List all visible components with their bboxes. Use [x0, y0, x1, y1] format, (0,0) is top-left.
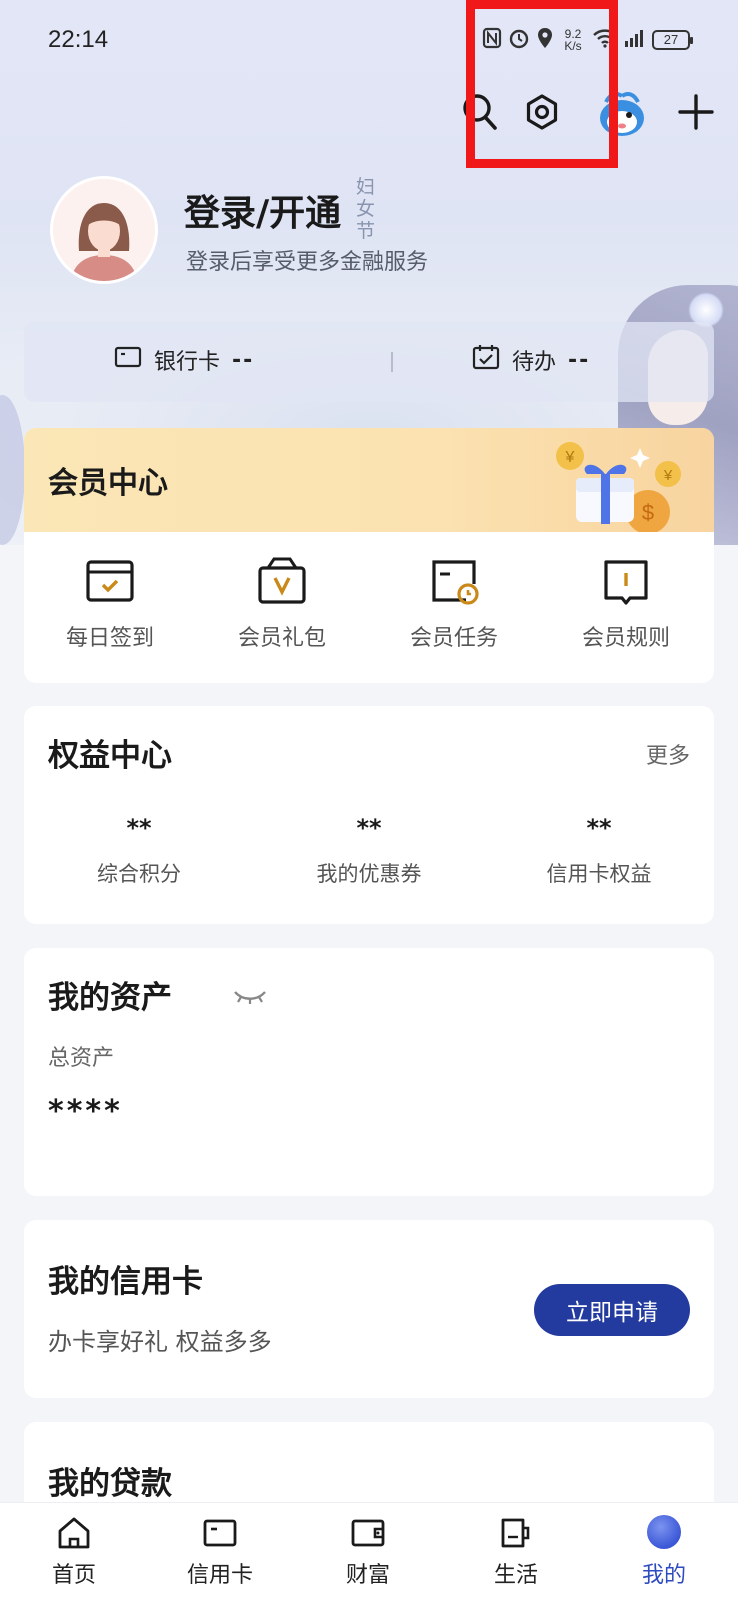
rights-center-card: 权益中心 更多 ** 综合积分 ** 我的优惠券 ** 信用卡权益: [24, 706, 714, 924]
coupons-stat[interactable]: ** 我的优惠券: [254, 814, 484, 888]
member-center-grid: 每日签到 会员礼包 会员任务 会员规则: [24, 556, 714, 666]
member-gift-item[interactable]: 会员礼包: [196, 556, 368, 652]
member-rules-item[interactable]: 会员规则: [540, 556, 712, 652]
nav-life[interactable]: 生活: [466, 1515, 566, 1589]
member-center-header[interactable]: 会员中心 ¥ ¥ $: [24, 428, 714, 534]
rights-more-link[interactable]: 更多: [646, 738, 690, 770]
todo-label: 待办: [512, 350, 557, 375]
nav-mine[interactable]: 我的: [614, 1515, 714, 1589]
credit-card-card: 我的信用卡 办卡享好礼 权益多多 立即申请: [24, 1220, 714, 1398]
bank-strip: 银行卡 -- 待办 --: [24, 322, 714, 402]
daily-checkin-item[interactable]: 每日签到: [24, 556, 196, 652]
home-icon: [56, 1515, 92, 1551]
task-clock-icon: [428, 556, 480, 606]
grid-item-label: 会员礼包: [237, 626, 326, 651]
apply-now-button[interactable]: 立即申请: [534, 1284, 690, 1336]
grid-item-label: 每日签到: [65, 626, 154, 651]
stat-value: **: [586, 814, 612, 842]
member-center-card: 会员中心 ¥ ¥ $ 每日签到 会员礼包 会员任务 会员规则: [24, 428, 714, 683]
battery-indicator: 27: [652, 30, 693, 50]
login-title[interactable]: 登录/开通: [184, 184, 341, 236]
status-time: 22:14: [48, 26, 109, 53]
calendar-check-icon: [84, 556, 136, 606]
nav-home[interactable]: 首页: [24, 1515, 124, 1589]
stat-value: **: [356, 814, 382, 842]
rights-center-title: 权益中心: [48, 738, 172, 774]
bank-card-icon: [114, 345, 142, 375]
points-stat[interactable]: ** 综合积分: [24, 814, 254, 888]
login-subtitle: 登录后享受更多金融服务: [186, 250, 429, 275]
stat-value: **: [126, 814, 152, 842]
svg-text:¥: ¥: [663, 467, 673, 484]
eye-closed-icon[interactable]: [233, 988, 267, 1006]
total-assets-label: 总资产: [48, 1046, 115, 1071]
signal-icon: [624, 28, 646, 52]
credit-card-subtitle: 办卡享好礼 权益多多: [48, 1328, 272, 1356]
bank-card-label: 银行卡: [154, 350, 221, 375]
bottom-navigation: 首页 信用卡 财富 生活 我的: [0, 1502, 738, 1600]
gift-box-illustration: ¥ ¥ $: [530, 434, 690, 534]
stat-label: 我的优惠券: [316, 862, 422, 886]
profile-icon: [646, 1515, 682, 1551]
loans-title: 我的贷款: [48, 1466, 172, 1502]
nav-label: 财富: [345, 1563, 390, 1588]
todo-calendar-icon: [472, 344, 500, 376]
assets-card[interactable]: 我的资产 总资产 ****: [24, 948, 714, 1196]
assets-title: 我的资产: [48, 980, 172, 1016]
avatar[interactable]: [50, 176, 158, 284]
status-bar: 22:14 9.2 K/s 27: [0, 0, 738, 80]
todo-value: --: [568, 347, 591, 373]
nav-label: 生活: [493, 1563, 538, 1588]
credit-card-icon: [202, 1515, 238, 1551]
grid-item-label: 会员任务: [409, 626, 498, 651]
stat-label: 信用卡权益: [546, 862, 652, 886]
nav-label: 信用卡: [186, 1563, 253, 1588]
cup-icon: [498, 1515, 534, 1551]
total-assets-value: ****: [48, 1094, 123, 1129]
card-benefits-stat[interactable]: ** 信用卡权益: [484, 814, 714, 888]
nav-credit-card[interactable]: 信用卡: [170, 1515, 270, 1589]
gift-bag-icon: [256, 556, 308, 606]
member-task-item[interactable]: 会员任务: [368, 556, 540, 652]
bank-card-value: --: [232, 347, 255, 373]
highlight-annotation-box: [466, 0, 618, 168]
svg-text:¥: ¥: [565, 449, 575, 466]
member-center-title: 会员中心: [48, 466, 168, 501]
nav-wealth[interactable]: 财富: [318, 1515, 418, 1589]
svg-text:$: $: [642, 500, 654, 525]
wallet-icon: [350, 1515, 386, 1551]
grid-item-label: 会员规则: [581, 626, 670, 651]
bank-card-entry[interactable]: 银行卡 --: [114, 344, 254, 376]
festival-tag: 妇女节: [356, 176, 376, 242]
add-icon[interactable]: [674, 90, 718, 134]
stat-label: 综合积分: [97, 862, 181, 886]
todo-entry[interactable]: 待办 --: [472, 344, 590, 376]
nav-label: 我的: [641, 1563, 686, 1588]
credit-card-title: 我的信用卡: [48, 1264, 203, 1300]
rules-book-icon: [600, 556, 652, 606]
nav-label: 首页: [51, 1563, 96, 1588]
strip-divider: [391, 352, 393, 372]
